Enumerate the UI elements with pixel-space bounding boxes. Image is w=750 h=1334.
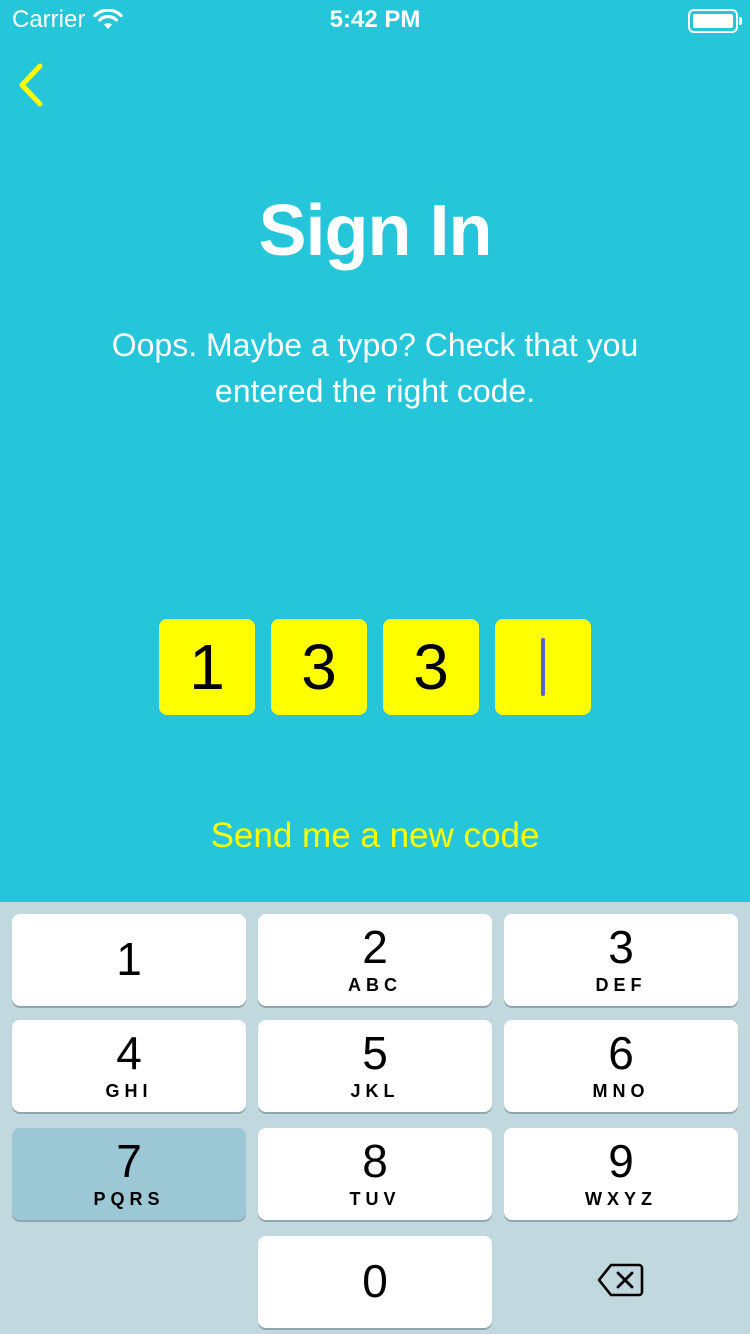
backspace-icon: [597, 1263, 644, 1297]
key-letters: ABC: [348, 975, 402, 995]
numeric-keyboard: 1 2 ABC 3 DEF 4 GHI 5 JKL 6 MNO 7 PQRS 8…: [0, 902, 750, 1334]
key-2[interactable]: 2 ABC: [258, 914, 492, 1006]
key-0[interactable]: 0: [258, 1236, 492, 1328]
key-number: 1: [116, 933, 142, 985]
key-letters: WXYZ: [585, 1189, 657, 1209]
battery-icon: [688, 9, 742, 33]
key-4[interactable]: 4 GHI: [12, 1020, 246, 1112]
code-digit-box[interactable]: 3: [271, 619, 367, 715]
key-letters: DEF: [595, 975, 647, 995]
delete-key[interactable]: [504, 1234, 738, 1326]
key-number: 5: [362, 1027, 388, 1079]
key-number: 7: [116, 1135, 142, 1187]
code-digit: 1: [189, 631, 225, 703]
key-letters: MNO: [592, 1081, 650, 1101]
key-7[interactable]: 7 PQRS: [12, 1128, 246, 1220]
code-digit-box-active[interactable]: [495, 619, 591, 715]
code-digit-box[interactable]: 1: [159, 619, 255, 715]
code-digit-box[interactable]: 3: [383, 619, 479, 715]
page-title: Sign In: [258, 191, 493, 271]
back-button[interactable]: [10, 58, 56, 112]
key-6[interactable]: 6 MNO: [504, 1020, 738, 1112]
key-number: 8: [362, 1135, 388, 1187]
code-digit: 3: [413, 631, 449, 703]
key-letters: TUV: [349, 1189, 401, 1209]
error-message: Oops. Maybe a typo? Check that you enter…: [111, 327, 639, 409]
resend-code-link[interactable]: Send me a new code: [0, 816, 750, 856]
key-letters: GHI: [105, 1081, 153, 1101]
key-number: 9: [608, 1135, 634, 1187]
code-input-row: 1 3 3: [159, 619, 591, 715]
status-bar: Carrier 5:42 PM: [0, 0, 750, 40]
key-letters: JKL: [350, 1081, 400, 1101]
key-5[interactable]: 5 JKL: [258, 1020, 492, 1112]
key-number: 4: [116, 1027, 142, 1079]
key-number: 2: [362, 921, 388, 973]
text-cursor: [541, 638, 545, 696]
chevron-left-icon: [19, 63, 43, 107]
key-8[interactable]: 8 TUV: [258, 1128, 492, 1220]
status-time: 5:42 PM: [329, 6, 421, 33]
key-letters: PQRS: [93, 1189, 165, 1209]
key-1[interactable]: 1: [12, 914, 246, 1006]
key-number: 3: [608, 921, 634, 973]
key-3[interactable]: 3 DEF: [504, 914, 738, 1006]
key-9[interactable]: 9 WXYZ: [504, 1128, 738, 1220]
key-number: 0: [362, 1255, 388, 1307]
code-digit: 3: [301, 631, 337, 703]
key-number: 6: [608, 1027, 634, 1079]
